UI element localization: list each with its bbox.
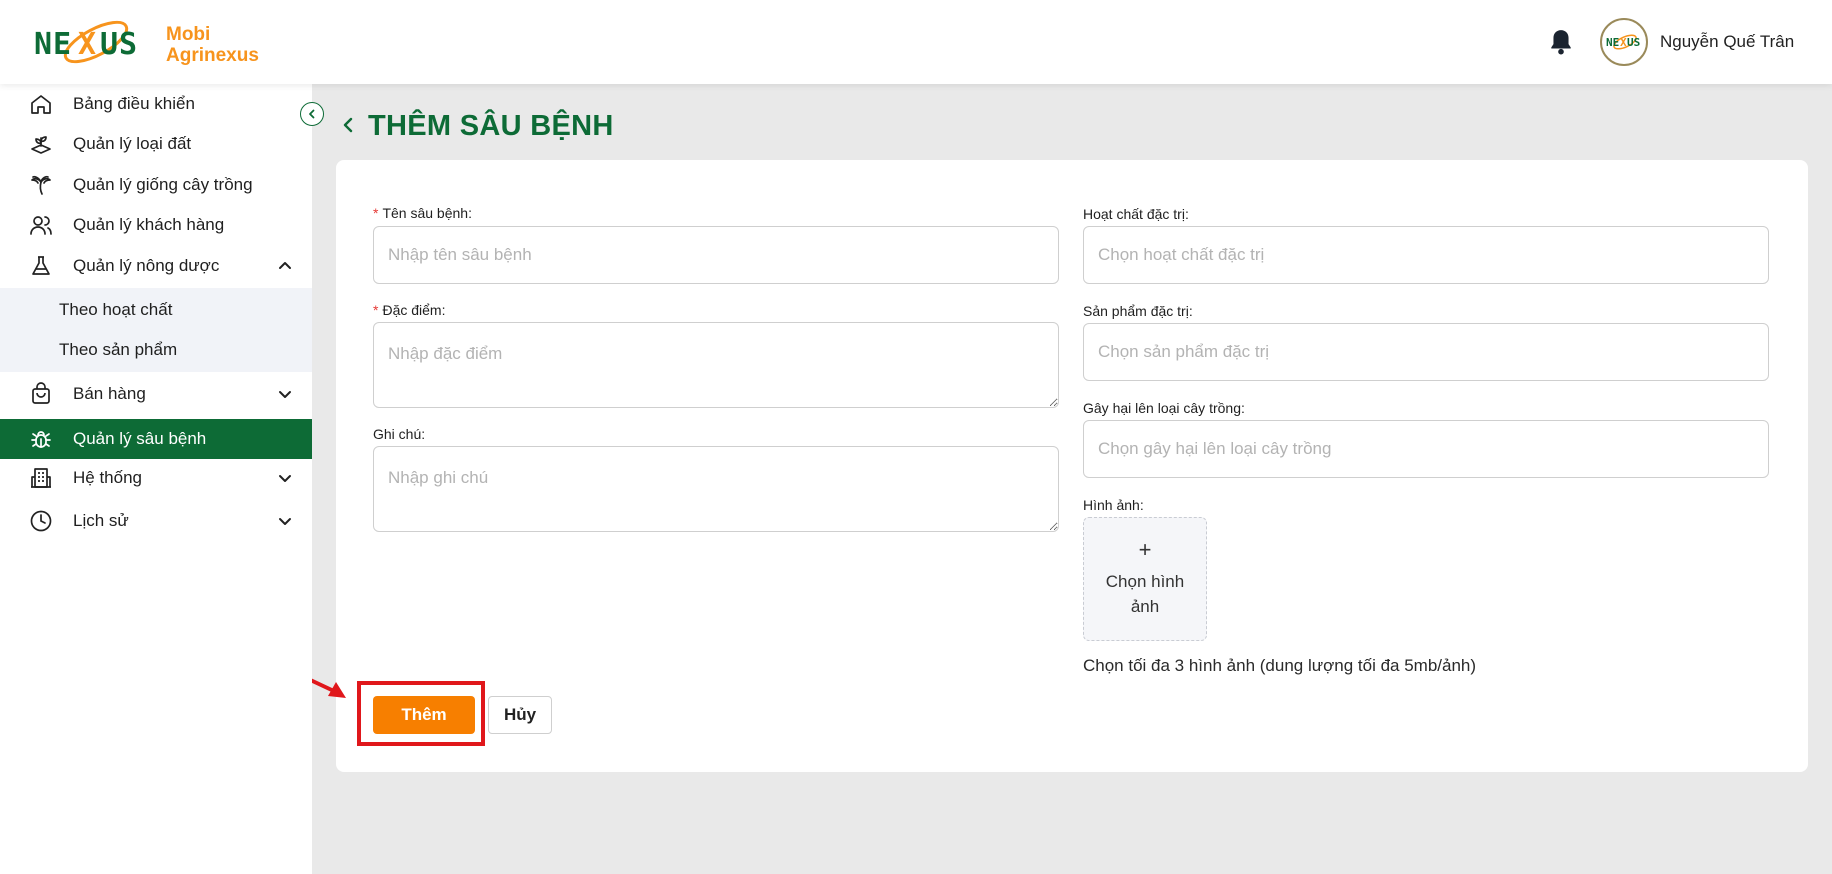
treatment-product-label: Sản phẩm đặc trị: xyxy=(1083,303,1193,319)
svg-text:X: X xyxy=(1620,36,1627,49)
notes-textarea[interactable] xyxy=(373,446,1059,532)
svg-text:X: X xyxy=(78,27,96,62)
required-asterisk: * xyxy=(373,205,379,221)
user-name[interactable]: Nguyễn Quế Trân xyxy=(1660,32,1794,52)
characteristics-label-text: Đặc điểm: xyxy=(382,302,446,318)
treatment-product-select[interactable]: Chọn sản phẩm đặc trị xyxy=(1083,323,1769,381)
brand-name: Mobi Agrinexus xyxy=(166,24,259,66)
avatar[interactable]: NE X US xyxy=(1600,18,1648,66)
sidebar-item-dashboard[interactable]: Bảng điều khiển xyxy=(0,84,312,124)
annotation-highlight-box xyxy=(357,681,485,746)
sidebar-item-label: Bán hàng xyxy=(73,384,146,403)
shopping-bag-icon xyxy=(28,381,54,407)
characteristics-label: * Đặc điểm: xyxy=(373,302,445,318)
chevron-down-icon xyxy=(276,385,294,403)
sidebar-collapse-button[interactable] xyxy=(300,102,324,126)
sidebar-item-label: Hệ thống xyxy=(73,468,142,487)
main-content: THÊM SÂU BỆNH *Tên sâu bệnh: *Đặc điểm: … xyxy=(312,84,1832,874)
sidebar: Bảng điều khiển Quản lý loại đất Quản lý… xyxy=(0,84,312,874)
bug-icon xyxy=(28,426,54,452)
images-label: Hình ảnh: xyxy=(1083,497,1144,513)
sidebar-item-label: Quản lý khách hàng xyxy=(73,215,225,234)
upload-label: Chọn hình ảnh xyxy=(1105,572,1185,616)
sidebar-subitem-by-product[interactable]: Theo sản phẩm xyxy=(0,330,312,370)
sidebar-item-agrochemicals[interactable]: Quản lý nông dược xyxy=(0,246,312,286)
sidebar-item-customers[interactable]: Quản lý khách hàng xyxy=(0,205,312,245)
pest-name-label-text: Tên sâu bệnh: xyxy=(382,205,472,221)
sidebar-item-system[interactable]: Hệ thống xyxy=(0,458,312,498)
sidebar-item-label: Quản lý giống cây trồng xyxy=(73,175,253,194)
cancel-button[interactable]: Hủy xyxy=(488,696,552,734)
sidebar-item-label: Quản lý loại đất xyxy=(73,134,192,153)
palm-tree-icon xyxy=(28,172,54,198)
chevron-up-icon xyxy=(276,257,294,275)
chevron-down-icon xyxy=(276,512,294,530)
sidebar-item-sales[interactable]: Bán hàng xyxy=(0,374,312,414)
sidebar-item-label: Quản lý sâu bệnh xyxy=(73,429,207,448)
page-title: THÊM SÂU BỆNH xyxy=(368,110,614,142)
active-ingredient-select[interactable]: Chọn hoạt chất đặc trị xyxy=(1083,226,1769,284)
chevron-left-icon xyxy=(309,109,315,119)
home-icon xyxy=(28,91,54,117)
characteristics-textarea[interactable] xyxy=(373,322,1059,408)
notes-label: Ghi chú: xyxy=(373,426,426,442)
sidebar-item-soil-types[interactable]: Quản lý loại đất xyxy=(0,124,312,164)
brand-line-1: Mobi xyxy=(166,24,211,45)
top-header: NE X US Mobi Agrinexus NE X US Nguyễn Qu… xyxy=(0,0,1832,84)
sidebar-item-crop-varieties[interactable]: Quản lý giống cây trồng xyxy=(0,165,312,205)
nexus-logo[interactable]: NE X US xyxy=(34,16,154,70)
form-card: *Tên sâu bệnh: *Đặc điểm: Ghi chú: Hoạt … xyxy=(336,160,1808,772)
plus-icon: + xyxy=(1138,537,1152,562)
pest-name-label: * Tên sâu bệnh: xyxy=(373,205,472,221)
sidebar-item-label: Bảng điều khiển xyxy=(73,94,195,113)
svg-text:NE: NE xyxy=(34,27,72,62)
sidebar-item-label: Lịch sử xyxy=(73,511,129,530)
sidebar-subitem-label: Theo sản phẩm xyxy=(59,340,178,359)
chevron-left-icon xyxy=(343,117,353,133)
agrochemicals-submenu: Theo hoạt chất Theo sản phẩm xyxy=(0,288,312,372)
back-button[interactable] xyxy=(338,114,360,136)
svg-text:NE: NE xyxy=(1606,36,1619,49)
chevron-down-icon xyxy=(276,469,294,487)
required-asterisk: * xyxy=(373,302,379,318)
crop-damage-label: Gây hại lên loại cây trồng: xyxy=(1083,400,1245,416)
svg-text:US: US xyxy=(1627,36,1640,49)
svg-text:US: US xyxy=(100,27,138,62)
flask-icon xyxy=(28,253,54,279)
sidebar-subitem-label: Theo hoạt chất xyxy=(59,300,173,319)
sidebar-item-label: Quản lý nông dược xyxy=(73,256,220,275)
notification-bell-icon[interactable] xyxy=(1548,28,1574,56)
users-icon xyxy=(28,212,54,238)
building-icon xyxy=(28,465,54,491)
soil-sprout-icon xyxy=(28,131,54,157)
pest-name-input[interactable] xyxy=(373,226,1059,284)
image-upload-hint: Chọn tối đa 3 hình ảnh (dung lượng tối đ… xyxy=(1083,656,1477,675)
brand-line-2: Agrinexus xyxy=(166,45,259,66)
sidebar-item-pests[interactable]: Quản lý sâu bệnh xyxy=(0,419,312,459)
image-upload-button[interactable]: + Chọn hình ảnh xyxy=(1083,517,1207,641)
clock-icon xyxy=(28,508,54,534)
active-ingredient-label: Hoạt chất đặc trị: xyxy=(1083,206,1189,222)
sidebar-subitem-by-active-ingredient[interactable]: Theo hoạt chất xyxy=(0,290,312,330)
sidebar-item-history[interactable]: Lịch sử xyxy=(0,501,312,541)
crop-damage-select[interactable]: Chọn gây hại lên loại cây trồng xyxy=(1083,420,1769,478)
